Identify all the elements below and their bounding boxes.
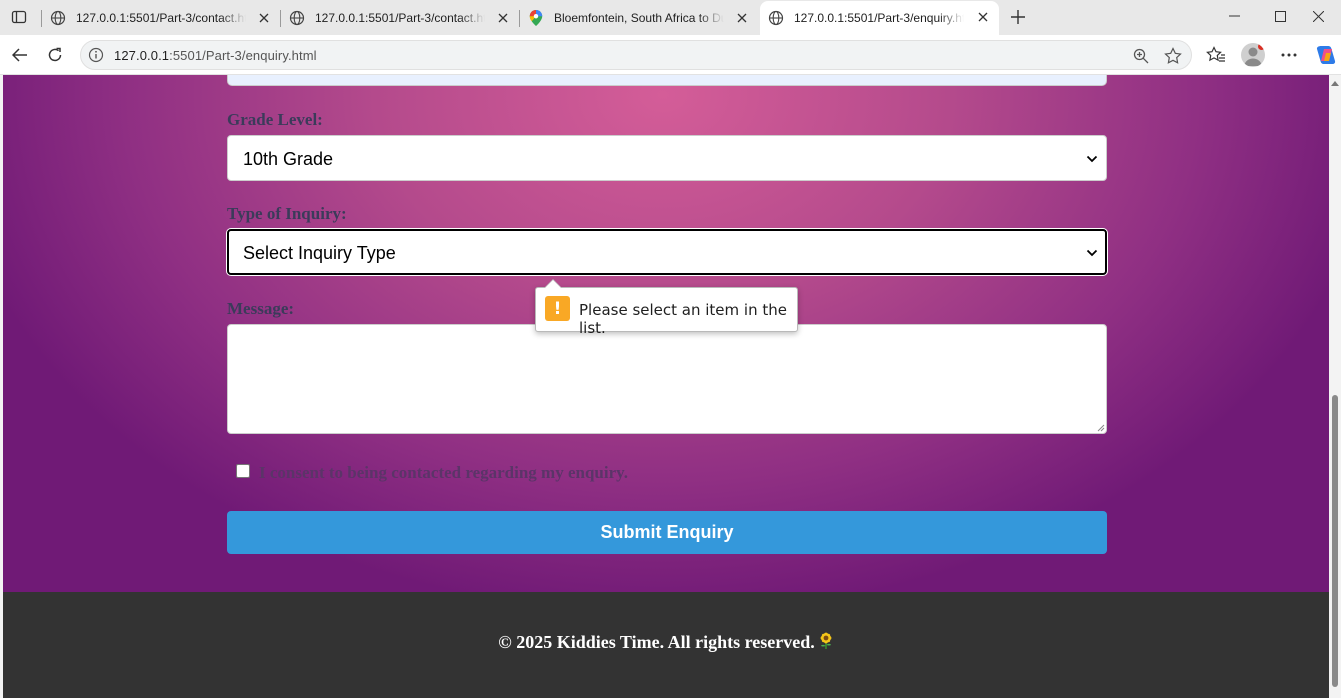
close-tab-icon[interactable]	[495, 10, 511, 26]
tab-maps[interactable]: Bloemfontein, South Africa to Durban	[519, 2, 758, 33]
tab-separator	[519, 10, 520, 27]
consent-checkbox[interactable]	[236, 464, 250, 478]
grade-level-label: Grade Level:	[227, 110, 323, 129]
url-text: 127.0.0.1:5501/Part-3/enquiry.html	[114, 48, 317, 63]
inquiry-type-value: Select Inquiry Type	[243, 243, 396, 263]
copilot-icon[interactable]	[1314, 43, 1338, 67]
more-menu-icon[interactable]	[1277, 43, 1301, 67]
scroll-up-arrow-icon[interactable]	[1331, 81, 1339, 86]
tab-separator	[280, 10, 281, 27]
url-host: 127.0.0.1	[114, 48, 170, 63]
tooltip-pointer-inner	[545, 280, 561, 288]
validation-message: Please select an item in the list.	[579, 301, 787, 337]
grade-level-select[interactable]: 10th Grade	[227, 135, 1107, 181]
chevron-down-icon	[1086, 155, 1098, 163]
favorite-star-icon[interactable]	[1163, 46, 1183, 66]
favorites-icon[interactable]	[1204, 43, 1228, 67]
new-tab-icon[interactable]	[1006, 5, 1030, 29]
tab-contact-2[interactable]: 127.0.0.1:5501/Part-3/contact.html	[280, 2, 519, 33]
site-info-icon[interactable]	[87, 46, 105, 64]
tab-title: 127.0.0.1:5501/Part-3/contact.html	[315, 10, 485, 25]
page-background: Grade Level: 10th Grade Type of Inquiry:…	[3, 75, 1329, 592]
tab-contact-1[interactable]: 127.0.0.1:5501/Part-3/contact.html	[41, 2, 280, 33]
close-tab-icon[interactable]	[734, 10, 750, 26]
submit-enquiry-button[interactable]: Submit Enquiry	[227, 511, 1107, 554]
grade-level-value: 10th Grade	[243, 149, 334, 169]
inquiry-type-label: Type of Inquiry:	[227, 204, 347, 223]
previous-input-field[interactable]	[227, 75, 1107, 86]
zoom-icon[interactable]	[1131, 46, 1151, 66]
browser-toolbar: 127.0.0.1:5501/Part-3/enquiry.html	[0, 35, 1341, 75]
inquiry-type-select[interactable]: Select Inquiry Type	[227, 229, 1107, 275]
consent-label: I consent to being contacted regarding m…	[259, 463, 628, 482]
message-textarea[interactable]	[227, 324, 1107, 434]
globe-icon	[50, 10, 66, 26]
tab-actions-icon[interactable]	[8, 6, 30, 28]
scrollbar-thumb[interactable]	[1332, 395, 1338, 687]
close-tab-icon[interactable]	[256, 10, 272, 26]
close-window-icon[interactable]	[1295, 0, 1341, 32]
footer-copyright: © 2025 Kiddies Time. All rights reserved…	[3, 632, 1329, 655]
globe-icon	[289, 10, 305, 26]
globe-icon	[768, 10, 784, 26]
close-tab-icon[interactable]	[975, 9, 991, 25]
resize-grip-icon[interactable]	[1095, 422, 1105, 432]
page-viewport: Grade Level: 10th Grade Type of Inquiry:…	[3, 75, 1329, 698]
tab-enquiry[interactable]: 127.0.0.1:5501/Part-3/enquiry.html	[760, 1, 999, 35]
sunflower-icon	[818, 632, 834, 655]
chevron-down-icon	[1086, 249, 1098, 257]
page-footer: © 2025 Kiddies Time. All rights reserved…	[3, 592, 1329, 698]
message-label: Message:	[227, 299, 295, 318]
vertical-scrollbar[interactable]	[1329, 75, 1341, 698]
notification-dot	[1258, 43, 1265, 50]
url-path: :5501/Part-3/enquiry.html	[169, 48, 317, 63]
tab-title: 127.0.0.1:5501/Part-3/contact.html	[76, 10, 246, 25]
address-bar[interactable]: 127.0.0.1:5501/Part-3/enquiry.html	[80, 40, 1192, 70]
tab-strip: 127.0.0.1:5501/Part-3/contact.html 127.0…	[0, 0, 1341, 35]
minimize-icon[interactable]	[1211, 0, 1257, 32]
tab-title: Bloemfontein, South Africa to Durban	[554, 10, 724, 25]
warning-icon: !	[545, 296, 570, 321]
back-arrow-icon[interactable]	[8, 43, 32, 67]
tab-separator	[41, 10, 42, 27]
maps-pin-icon	[528, 9, 544, 26]
profile-avatar[interactable]	[1241, 43, 1265, 67]
copyright-text: © 2025 Kiddies Time. All rights reserved…	[498, 632, 815, 652]
tab-title: 127.0.0.1:5501/Part-3/enquiry.html	[794, 11, 964, 25]
validation-tooltip: ! Please select an item in the list.	[535, 279, 798, 337]
reload-icon[interactable]	[43, 43, 67, 67]
